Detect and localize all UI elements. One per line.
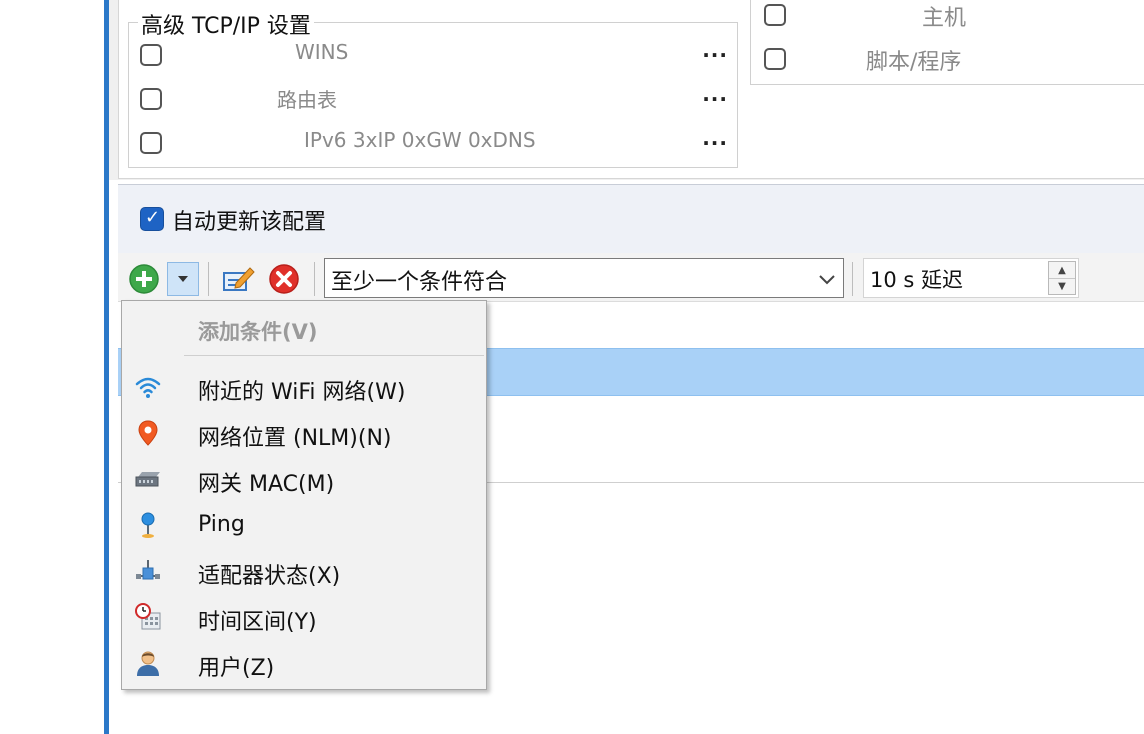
menu-item-label: 时间区间(Y)	[198, 610, 317, 635]
delete-condition-button[interactable]	[266, 262, 302, 296]
host-label: 主机	[922, 6, 967, 31]
auto-update-label[interactable]: 自动更新该配置	[172, 204, 326, 236]
toolbar-separator	[208, 262, 209, 296]
menu-item-ping[interactable]: Ping	[122, 502, 486, 548]
edit-pencil-icon	[223, 267, 255, 291]
ipv6-row: IPv6 3xIP 0xGW 0xDNS ...	[138, 126, 728, 158]
ping-icon	[141, 512, 155, 538]
ipv6-checkbox[interactable]	[140, 132, 162, 154]
add-condition-dropdown-button[interactable]	[167, 262, 199, 296]
script-row: 脚本/程序	[760, 44, 1144, 76]
ipv6-more-button[interactable]: ...	[702, 126, 728, 150]
router-icon	[135, 472, 160, 487]
script-label: 脚本/程序	[866, 50, 962, 75]
location-pin-icon	[138, 420, 158, 446]
network-adapter-icon	[136, 560, 160, 580]
delay-stepper[interactable]: 10 s 延迟 ▲ ▼	[863, 258, 1079, 298]
spin-up-button[interactable]: ▲	[1049, 262, 1075, 279]
wins-row: WINS ...	[138, 38, 728, 70]
user-icon	[137, 651, 159, 676]
menu-item-wifi[interactable]: 附近的 WiFi 网络(W)	[122, 364, 486, 410]
menu-item-time-range[interactable]: 时间区间(Y)	[122, 594, 486, 640]
edit-condition-button[interactable]	[220, 262, 256, 296]
spin-down-button[interactable]: ▼	[1049, 278, 1075, 294]
ipv6-label: IPv6 3xIP 0xGW 0xDNS	[304, 128, 536, 152]
script-checkbox[interactable]	[764, 48, 786, 70]
delay-value: 10 s 延迟	[870, 268, 964, 292]
menu-item-label: 网关 MAC(M)	[198, 472, 335, 497]
delete-x-icon	[269, 264, 299, 294]
wins-checkbox[interactable]	[140, 44, 162, 66]
chevron-down-icon	[819, 275, 835, 285]
wifi-icon	[135, 377, 161, 398]
host-checkbox[interactable]	[764, 4, 786, 26]
menu-item-label: 网络位置 (NLM)(N)	[198, 426, 392, 451]
menu-item-label: 适配器状态(X)	[198, 564, 341, 589]
menu-item-label: 用户(Z)	[198, 656, 275, 681]
toolbar-separator	[314, 262, 315, 296]
advanced-tcpip-group-title: 高级 TCP/IP 设置	[138, 8, 314, 40]
route-table-label: 路由表	[277, 88, 337, 112]
dropdown-arrow-icon	[178, 276, 188, 282]
host-row: 主机	[760, 0, 1144, 32]
menu-item-nlm[interactable]: 网络位置 (NLM)(N)	[122, 410, 486, 456]
auto-update-checkbox[interactable]: ✓	[140, 207, 164, 231]
wins-label: WINS	[295, 40, 349, 64]
route-table-checkbox[interactable]	[140, 88, 162, 110]
menu-item-adapter-state[interactable]: 适配器状态(X)	[122, 548, 486, 594]
checkmark-icon: ✓	[145, 207, 161, 228]
toolbar-separator	[852, 262, 853, 296]
route-table-row: 路由表 ...	[138, 82, 728, 114]
condition-mode-value: 至少一个条件符合	[331, 270, 508, 295]
menu-item-label: Ping	[198, 512, 245, 537]
menu-item-gateway-mac[interactable]: 网关 MAC(M)	[122, 456, 486, 502]
route-table-more-button[interactable]: ...	[702, 82, 728, 106]
delay-spin-buttons: ▲ ▼	[1048, 261, 1076, 295]
menu-item-label: 附近的 WiFi 网络(W)	[198, 380, 406, 405]
condition-mode-select[interactable]: 至少一个条件符合	[324, 258, 844, 298]
clock-calendar-icon	[135, 603, 161, 630]
plus-circle-icon	[129, 264, 159, 294]
add-condition-button[interactable]	[127, 262, 161, 296]
menu-separator	[184, 355, 484, 356]
wins-more-button[interactable]: ...	[702, 38, 728, 62]
menu-item-user[interactable]: 用户(Z)	[122, 640, 486, 686]
menu-header: 添加条件(V)	[198, 320, 318, 344]
